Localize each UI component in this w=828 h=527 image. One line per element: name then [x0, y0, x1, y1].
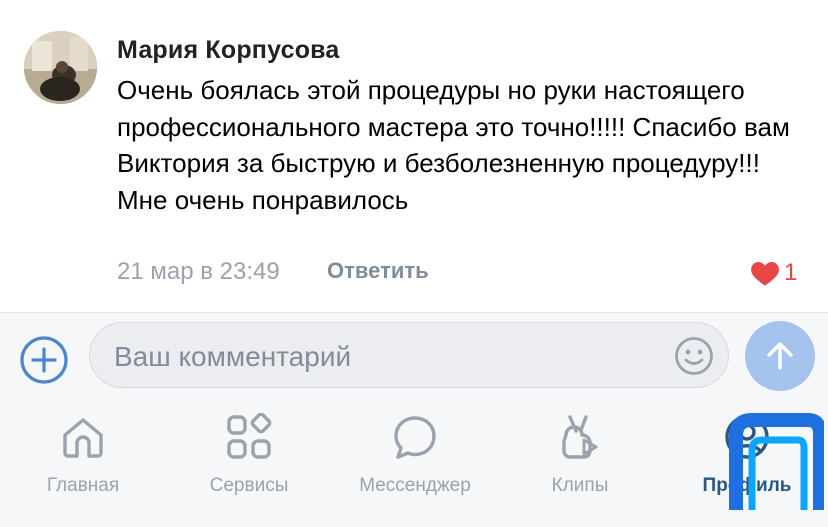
avatar[interactable]: [24, 31, 97, 104]
tab-messenger-label: Мессенджер: [359, 475, 471, 496]
tab-services-label: Сервисы: [209, 475, 289, 496]
comment-input[interactable]: Ваш комментарий: [89, 322, 729, 388]
like-count: 1: [784, 259, 798, 286]
comment-date: 21 мар в 23:49: [117, 258, 280, 285]
comment-text: Очень боялась этой процедуры но руки нас…: [117, 75, 790, 215]
tab-services[interactable]: Сервисы: [174, 413, 324, 497]
plus-circle-icon: [20, 336, 68, 384]
clips-icon: [562, 415, 598, 459]
like-button[interactable]: 1: [750, 258, 797, 288]
comment-item: Мария Корпусова Очень боялась этой проце…: [0, 0, 828, 312]
comment-author[interactable]: Мария Корпусова: [117, 36, 340, 65]
add-attachment-button[interactable]: [19, 335, 69, 385]
send-button[interactable]: [745, 321, 815, 391]
reply-button[interactable]: Ответить: [327, 258, 429, 284]
emoji-icon[interactable]: [674, 336, 714, 376]
heart-icon: [751, 261, 779, 286]
services-icon: [227, 413, 272, 459]
comment-composer: Ваш комментарий Главная Сервисы Мессендж…: [0, 312, 828, 527]
tab-home-label: Главная: [46, 475, 120, 496]
home-icon: [63, 418, 103, 458]
watermark-logo: [729, 413, 824, 510]
tab-clips-label: Клипы: [551, 475, 609, 496]
tab-messenger[interactable]: Мессенджер: [340, 413, 490, 497]
tab-home[interactable]: Главная: [8, 413, 158, 497]
arrow-up-icon: [767, 342, 793, 370]
messenger-icon: [394, 416, 436, 459]
comment-input-placeholder: Ваш комментарий: [114, 341, 352, 372]
tab-clips[interactable]: Клипы: [505, 413, 655, 497]
